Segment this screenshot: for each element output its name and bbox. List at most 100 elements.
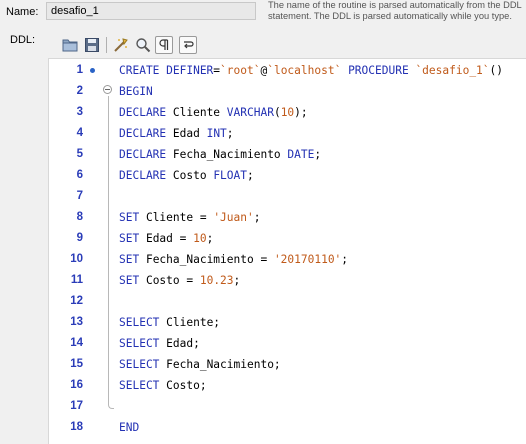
sql-keyword: SELECT: [119, 358, 160, 371]
sql-text: Edad;: [159, 337, 200, 350]
line-number: 8: [76, 211, 83, 223]
code-line: 11 SET Costo = 10.23;: [49, 270, 526, 291]
sql-text: ;: [314, 148, 322, 161]
line-number: 11: [70, 274, 83, 286]
code-line: 8 SET Cliente = 'Juan';: [49, 207, 526, 228]
code-text: CREATE DEFINER=`root`@`localhost` PROCED…: [119, 60, 503, 81]
code-line: 9 SET Edad = 10;: [49, 228, 526, 249]
sql-keyword: DECLARE: [119, 169, 167, 182]
line-number: 7: [76, 190, 83, 202]
sql-text: ;: [341, 253, 349, 266]
sql-keyword: INT: [206, 127, 227, 140]
sql-text: ;: [253, 211, 261, 224]
code-line: 12: [49, 291, 526, 312]
line-number: 18: [70, 421, 83, 433]
line-number: 12: [70, 295, 83, 307]
code-line: 17: [49, 396, 526, 417]
save-icon[interactable]: [82, 35, 102, 55]
wrap-icon[interactable]: [179, 36, 197, 54]
routine-name-hint: The name of the routine is parsed automa…: [268, 0, 526, 22]
sql-number: 10: [280, 106, 295, 119]
sql-keyword: FLOAT: [213, 169, 247, 182]
routine-name-input[interactable]: [46, 2, 256, 20]
sql-string: `localhost`: [267, 64, 342, 77]
sql-text: Cliente: [166, 106, 227, 119]
search-icon[interactable]: [133, 35, 153, 55]
sql-keyword: DECLARE: [119, 148, 167, 161]
code-line: 2 BEGIN: [49, 81, 526, 102]
line-number: 10: [70, 253, 83, 265]
code-line: 13 SELECT Cliente;: [49, 312, 526, 333]
sql-text: Costo =: [139, 274, 200, 287]
line-number: 14: [70, 337, 83, 349]
sql-keyword: SELECT: [119, 379, 160, 392]
code-text: SELECT Fecha_Nacimiento;: [119, 354, 281, 375]
sql-text: Cliente;: [159, 316, 221, 329]
sql-number: 10.23: [199, 274, 234, 287]
code-text: BEGIN: [119, 81, 153, 102]
sql-keyword: END: [119, 421, 140, 434]
sql-keyword: DECLARE: [119, 106, 167, 119]
line-number: 5: [76, 148, 83, 160]
line-number: 9: [76, 232, 83, 244]
line-number: 2: [76, 85, 83, 97]
sql-text: ;: [247, 169, 254, 182]
code-line: 7: [49, 186, 526, 207]
code-text: SELECT Costo;: [119, 375, 207, 396]
sql-keyword: CREATE DEFINER: [119, 64, 214, 77]
line-number: 16: [70, 379, 83, 391]
code-text: SET Fecha_Nacimiento = '20170110';: [119, 249, 348, 270]
sql-text: Fecha_Nacimiento: [166, 148, 288, 161]
sql-string: `desafio_1`: [415, 64, 490, 77]
code-line: 1 CREATE DEFINER=`root`@`localhost` PROCE…: [49, 60, 526, 81]
paragraph-icon[interactable]: [155, 36, 173, 54]
line-number: 1: [76, 64, 83, 76]
sql-text: ;: [233, 274, 241, 287]
code-text: DECLARE Edad INT;: [119, 123, 234, 144]
line-number: 13: [70, 316, 83, 328]
line-number: 4: [76, 127, 83, 139]
sql-text: Edad =: [139, 232, 194, 245]
sql-keyword: BEGIN: [119, 85, 153, 98]
sql-keyword: SET: [119, 211, 140, 224]
code-line: 14 SELECT Edad;: [49, 333, 526, 354]
name-label: Name:: [6, 6, 39, 18]
beautify-icon[interactable]: [111, 35, 131, 55]
code-text: SET Costo = 10.23;: [119, 270, 240, 291]
sql-text: ;: [226, 127, 234, 140]
code-text: DECLARE Costo FLOAT;: [119, 165, 254, 186]
code-line: 18 END: [49, 417, 526, 438]
sql-keyword: DECLARE: [119, 127, 167, 140]
sql-string: `root`: [220, 64, 261, 77]
code-line: 16 SELECT Costo;: [49, 375, 526, 396]
line-number: 17: [70, 400, 83, 412]
sql-keyword: DATE: [287, 148, 315, 161]
open-folder-icon[interactable]: [60, 35, 80, 55]
hint-line: statement. The DDL is parsed automatical…: [268, 11, 512, 21]
sql-text: Fecha_Nacimiento =: [139, 253, 274, 266]
ddl-editor[interactable]: 1 CREATE DEFINER=`root`@`localhost` PROCE…: [48, 58, 526, 444]
code-line: 6 DECLARE Costo FLOAT;: [49, 165, 526, 186]
code-text: SET Cliente = 'Juan';: [119, 207, 260, 228]
ddl-label: DDL:: [10, 34, 36, 46]
sql-text: Fecha_Nacimiento;: [159, 358, 281, 371]
code-text: SELECT Cliente;: [119, 312, 220, 333]
sql-keyword: SET: [119, 274, 140, 287]
sql-text: (): [489, 64, 504, 77]
sql-keyword: VARCHAR: [226, 106, 274, 119]
code-text: DECLARE Fecha_Nacimiento DATE;: [119, 144, 321, 165]
code-line: 3 DECLARE Cliente VARCHAR(10);: [49, 102, 526, 123]
sql-text: Edad: [166, 127, 207, 140]
sql-string: '20170110': [273, 253, 342, 266]
code-line: 5 DECLARE Fecha_Nacimiento DATE;: [49, 144, 526, 165]
sql-keyword: SET: [119, 253, 140, 266]
sql-keyword: SELECT: [119, 316, 160, 329]
code-text: SELECT Edad;: [119, 333, 200, 354]
sql-text: );: [294, 106, 308, 119]
line-number: 3: [76, 106, 83, 118]
hint-line: The name of the routine is parsed automa…: [268, 0, 522, 10]
line-number: 15: [70, 358, 83, 370]
sql-text: Costo;: [159, 379, 207, 392]
sql-keyword: PROCEDURE: [348, 64, 409, 77]
code-text: DECLARE Cliente VARCHAR(10);: [119, 102, 308, 123]
